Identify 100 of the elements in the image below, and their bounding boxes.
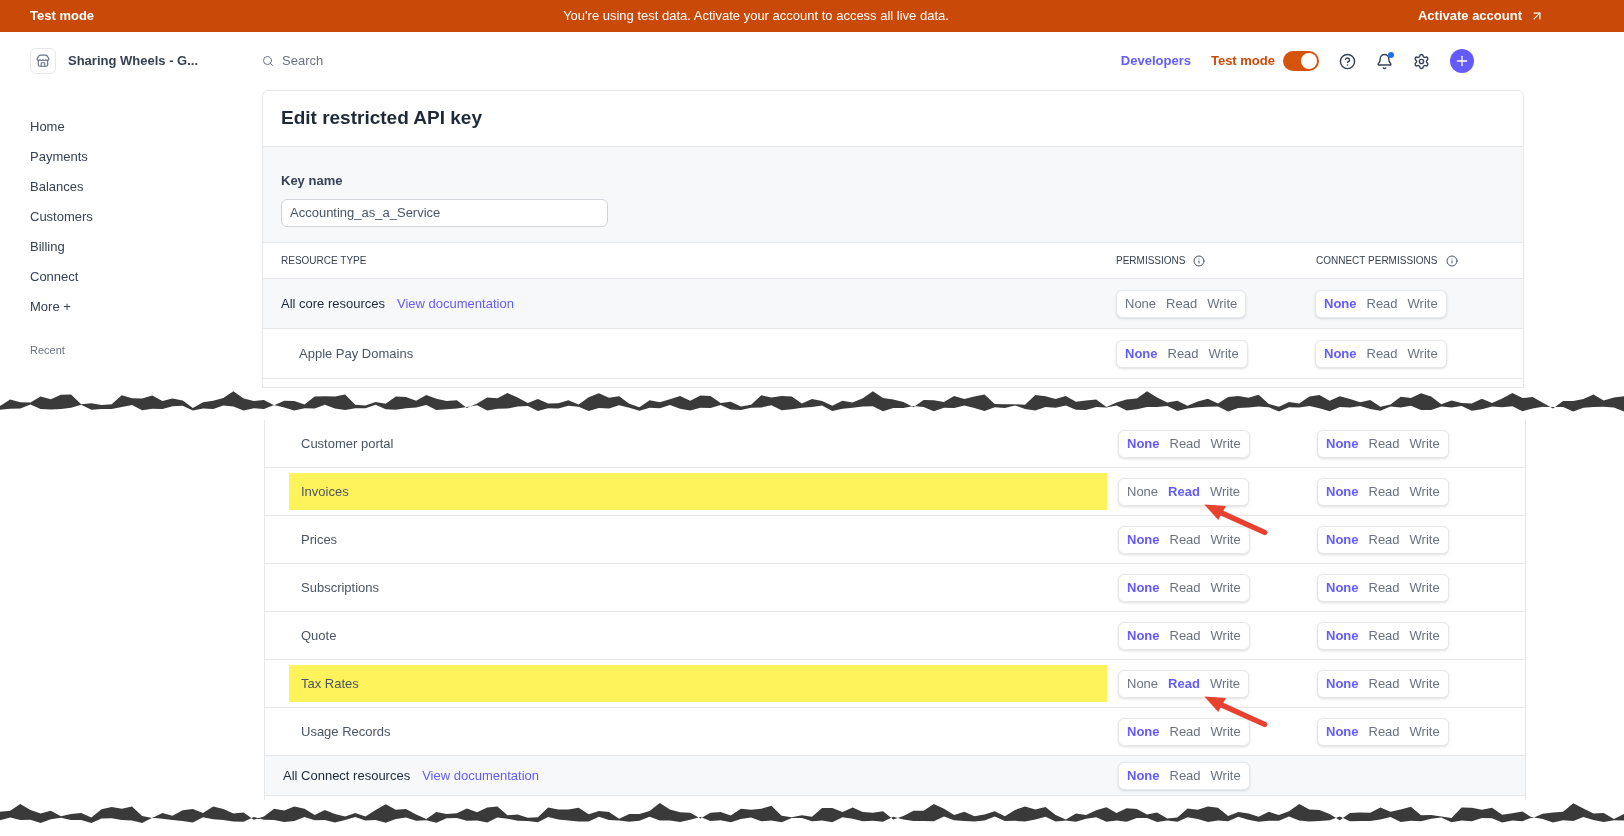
permission-option[interactable]: None — [1322, 481, 1363, 502]
developers-link[interactable]: Developers — [1120, 51, 1191, 71]
permission-option[interactable]: Read — [1364, 481, 1404, 502]
test-mode-label: Test mode — [1210, 52, 1275, 71]
info-icon[interactable] — [1445, 254, 1458, 267]
permission-option[interactable]: None — [1322, 673, 1363, 694]
permission-option[interactable]: Write — [1403, 293, 1442, 314]
permission-option[interactable]: Read — [1163, 343, 1203, 364]
permission-option[interactable]: None — [1123, 721, 1164, 742]
resource-name: Apple Pay Domains — [299, 344, 414, 363]
permission-option[interactable]: None — [1322, 433, 1363, 454]
resource-name: Tax Rates — [301, 674, 359, 693]
permission-option[interactable]: None — [1322, 529, 1363, 550]
permission-option[interactable]: Read — [1364, 673, 1404, 694]
permission-option[interactable]: Write — [1405, 721, 1444, 742]
permission-option[interactable]: Write — [1405, 673, 1444, 694]
permission-option[interactable]: None — [1121, 293, 1161, 314]
permission-option[interactable]: Write — [1405, 529, 1444, 550]
permission-option[interactable]: Write — [1206, 529, 1245, 550]
key-name-label: Key name — [281, 172, 344, 190]
permission-option[interactable]: None — [1123, 673, 1163, 694]
help-icon[interactable] — [1339, 52, 1356, 70]
info-icon[interactable] — [1193, 254, 1206, 267]
key-name-field[interactable]: Accounting_as_a_Service — [281, 198, 608, 227]
permission-option[interactable]: Read — [1165, 433, 1205, 454]
sidebar-section-title: Recent — [30, 343, 66, 358]
documentation-link[interactable]: View documentation — [397, 293, 514, 314]
permission-option[interactable]: Read — [1165, 721, 1205, 742]
search-icon — [262, 55, 274, 67]
column-header: CONNECT PERMISSIONS — [1316, 254, 1438, 268]
permission-option[interactable]: Read — [1362, 293, 1402, 314]
sidebar-item[interactable]: Connect — [30, 262, 262, 292]
resource-name: Quote — [301, 626, 337, 645]
permission-option[interactable]: Read — [1364, 433, 1404, 454]
permission-option[interactable]: Read — [1364, 625, 1404, 646]
sidebar-item[interactable]: Payments — [30, 142, 262, 172]
sidebar-item[interactable]: Billing — [30, 232, 262, 262]
permission-option[interactable]: Write — [1405, 577, 1444, 598]
permission-option[interactable]: Read — [1164, 673, 1204, 694]
sidebar-item[interactable]: Balances — [30, 172, 262, 202]
banner-label: Test mode — [30, 7, 95, 26]
account-logo[interactable] — [30, 48, 56, 74]
create-button[interactable] — [1450, 49, 1474, 73]
permission-option[interactable]: Write — [1204, 343, 1243, 364]
permission-option[interactable]: Read — [1364, 577, 1404, 598]
permission-option[interactable]: Read — [1165, 625, 1205, 646]
banner-message: You're using test data. Activate your account to access all live data. — [563, 7, 949, 26]
store-icon — [36, 54, 50, 68]
test-mode-switch[interactable] — [1283, 51, 1319, 71]
permission-option[interactable]: None — [1322, 625, 1363, 646]
activate-account-link[interactable]: Activate account — [1417, 6, 1544, 26]
permission-option[interactable]: None — [1322, 721, 1363, 742]
resource-name: Invoices — [301, 482, 349, 501]
sidebar-item[interactable]: Customers — [30, 202, 262, 232]
permission-option[interactable]: None — [1121, 343, 1162, 364]
permission-option[interactable]: Write — [1405, 625, 1444, 646]
column-header: RESOURCE TYPE — [281, 254, 367, 268]
permission-option[interactable]: Read — [1362, 343, 1402, 364]
permission-option[interactable]: Read — [1165, 765, 1205, 786]
documentation-link[interactable]: View documentation — [422, 765, 539, 786]
notifications-icon[interactable] — [1376, 52, 1393, 70]
resource-name: All core resources — [281, 294, 386, 313]
page-title: Edit restricted API key — [281, 106, 482, 131]
resource-name: Subscriptions — [301, 578, 380, 597]
permission-option[interactable]: None — [1123, 765, 1164, 786]
permission-option[interactable]: Read — [1165, 577, 1205, 598]
permission-option[interactable]: None — [1320, 343, 1361, 364]
permission-option[interactable]: None — [1123, 529, 1164, 550]
permission-option[interactable]: None — [1123, 577, 1164, 598]
permission-option[interactable]: Read — [1364, 721, 1404, 742]
column-header: PERMISSIONS — [1116, 254, 1186, 268]
permission-option[interactable]: Write — [1206, 765, 1245, 786]
resource-name: Prices — [301, 530, 338, 549]
settings-icon[interactable] — [1413, 52, 1430, 70]
permission-option[interactable]: Write — [1205, 673, 1244, 694]
permission-option[interactable]: Read — [1162, 293, 1202, 314]
permission-option[interactable]: Write — [1205, 481, 1244, 502]
permission-option[interactable]: Read — [1164, 481, 1204, 502]
sidebar-item[interactable]: More + — [30, 292, 262, 322]
permission-option[interactable]: Write — [1206, 721, 1245, 742]
permission-option[interactable]: Write — [1405, 433, 1444, 454]
permission-option[interactable]: None — [1123, 433, 1164, 454]
permission-option[interactable]: Write — [1206, 625, 1245, 646]
permission-option[interactable]: None — [1320, 293, 1361, 314]
permission-option[interactable]: Write — [1403, 343, 1442, 364]
permission-option[interactable]: None — [1123, 481, 1163, 502]
permission-option[interactable]: Write — [1203, 293, 1242, 314]
sidebar-item[interactable]: Home — [30, 112, 262, 142]
permission-option[interactable]: Read — [1364, 529, 1404, 550]
permission-option[interactable]: Write — [1206, 577, 1245, 598]
account-name[interactable]: Sharing Wheels - G... — [68, 51, 199, 71]
search-field[interactable]: Search — [282, 51, 482, 71]
resource-name: All Connect resources — [283, 766, 411, 785]
permission-option[interactable]: None — [1322, 577, 1363, 598]
permission-option[interactable]: Write — [1405, 481, 1444, 502]
permission-option[interactable]: Write — [1206, 433, 1245, 454]
plus-icon — [1454, 53, 1470, 69]
resource-name: Usage Records — [301, 722, 391, 741]
permission-option[interactable]: Read — [1165, 529, 1205, 550]
permission-option[interactable]: None — [1123, 625, 1164, 646]
